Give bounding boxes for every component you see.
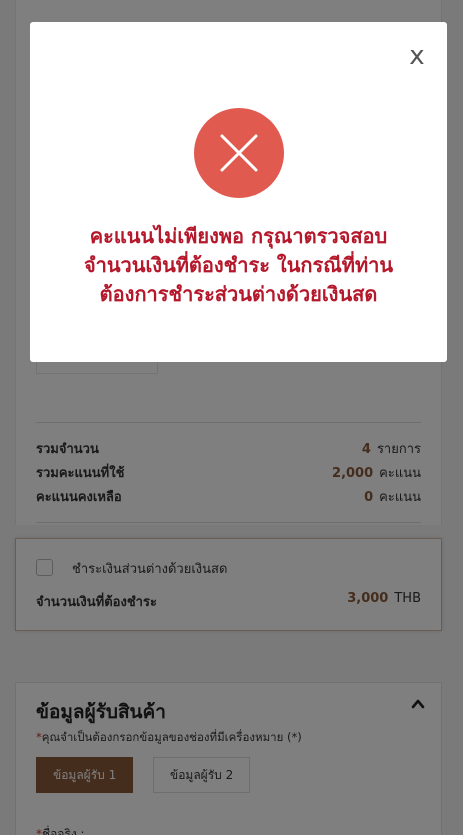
error-icon [194,108,284,198]
x-mark-icon [220,134,258,172]
error-message-line: จำนวนเงินที่ต้องชำระ ในกรณีที่ท่าน [83,253,394,277]
error-message-line: คะแนนไม่เพียงพอ กรุณาตรวจสอบ [89,224,388,248]
error-message: คะแนนไม่เพียงพอ กรุณาตรวจสอบ จำนวนเงินที… [40,222,437,309]
close-button[interactable]: x [407,42,427,70]
error-message-line: ต้องการชำระส่วนต่างด้วยเงินสด [99,282,378,306]
error-dialog: x คะแนนไม่เพียงพอ กรุณาตรวจสอบ จำนวนเงิน… [30,22,447,362]
